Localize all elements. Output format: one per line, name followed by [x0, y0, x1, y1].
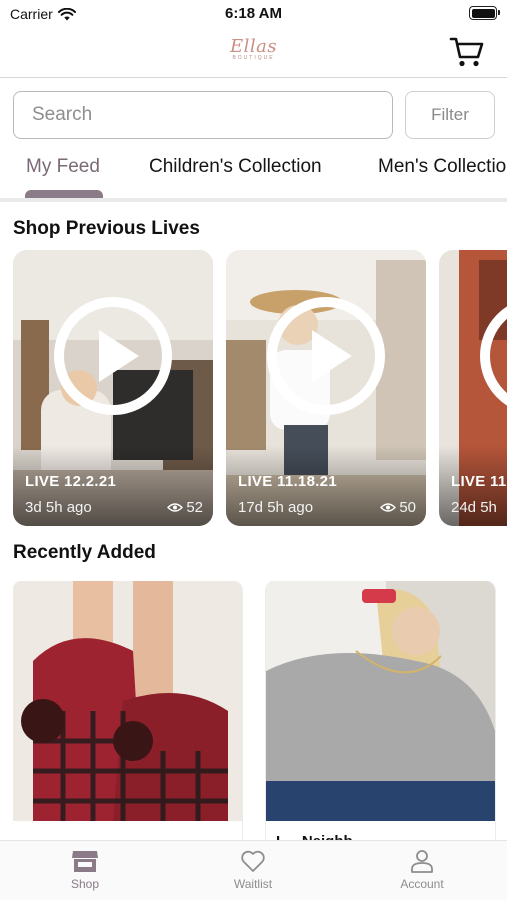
- previous-lives-carousel[interactable]: LIVE 12.2.21 3d 5h ago 52 LIVE 11.18.21 …: [13, 250, 507, 526]
- product-card[interactable]: [13, 581, 242, 843]
- recently-added-grid: L... Neighb...: [13, 581, 507, 843]
- play-icon[interactable]: [266, 296, 386, 416]
- live-views: 50: [380, 499, 416, 516]
- nav-account-label: Account: [400, 877, 444, 891]
- nav-shop-label: Shop: [70, 877, 100, 891]
- eye-icon: [380, 503, 397, 512]
- nav-waitlist-label: Waitlist: [233, 877, 273, 891]
- tab-my-feed[interactable]: My Feed: [26, 156, 100, 178]
- live-views: 52: [167, 499, 203, 516]
- play-icon[interactable]: [479, 296, 507, 416]
- status-bar: Carrier 6:18 AM: [0, 0, 507, 28]
- active-tab-indicator: [25, 190, 103, 198]
- product-card[interactable]: L... Neighb...: [266, 581, 495, 843]
- search-row: Filter: [13, 91, 495, 139]
- eye-icon: [167, 503, 184, 512]
- bottom-tab-bar: Shop Waitlist Account: [0, 840, 507, 900]
- live-card[interactable]: LIVE 11.18.21 17d 5h ago 50: [226, 250, 426, 526]
- search-input[interactable]: [13, 91, 393, 139]
- boutique-logo[interactable]: Ellas BOUTIQUE: [0, 36, 507, 61]
- live-title: LIVE 11: [451, 473, 507, 490]
- nav-account[interactable]: Account: [362, 849, 482, 891]
- live-card[interactable]: LIVE 12.2.21 3d 5h ago 52: [13, 250, 213, 526]
- section-title-recently-added: Recently Added: [13, 542, 156, 563]
- live-time-ago: 3d 5h ago: [25, 499, 92, 516]
- shop-icon: [72, 851, 98, 872]
- tabs-divider: [0, 198, 507, 202]
- nav-shop[interactable]: Shop: [25, 849, 145, 891]
- cart-icon[interactable]: [449, 34, 485, 70]
- logo-subtitle: BOUTIQUE: [232, 55, 275, 61]
- app-header: Ellas BOUTIQUE: [0, 28, 507, 78]
- live-time-ago: 17d 5h ago: [238, 499, 314, 516]
- tab-mens-collection[interactable]: Men's Collection: [378, 156, 507, 178]
- section-title-previous-lives: Shop Previous Lives: [13, 218, 200, 239]
- user-icon: [411, 850, 433, 873]
- nav-waitlist[interactable]: Waitlist: [193, 849, 313, 891]
- collection-tabs: My Feed Children's Collection Men's Coll…: [0, 150, 507, 202]
- live-title: LIVE 11.18.21: [238, 473, 337, 490]
- heart-icon: [241, 850, 265, 872]
- play-icon[interactable]: [53, 296, 173, 416]
- live-card[interactable]: LIVE 11 24d 5h: [439, 250, 507, 526]
- live-view-count: 52: [186, 499, 203, 516]
- tab-childrens-collection[interactable]: Children's Collection: [149, 156, 322, 178]
- filter-button[interactable]: Filter: [405, 91, 495, 139]
- live-time-ago: 24d 5h: [451, 499, 497, 516]
- clock: 6:18 AM: [225, 5, 282, 22]
- live-title: LIVE 12.2.21: [25, 473, 117, 490]
- logo-script: Ellas: [229, 36, 278, 57]
- battery-icon: [469, 6, 500, 20]
- live-view-count: 50: [399, 499, 416, 516]
- product-image: [13, 581, 242, 821]
- product-image: [266, 581, 495, 821]
